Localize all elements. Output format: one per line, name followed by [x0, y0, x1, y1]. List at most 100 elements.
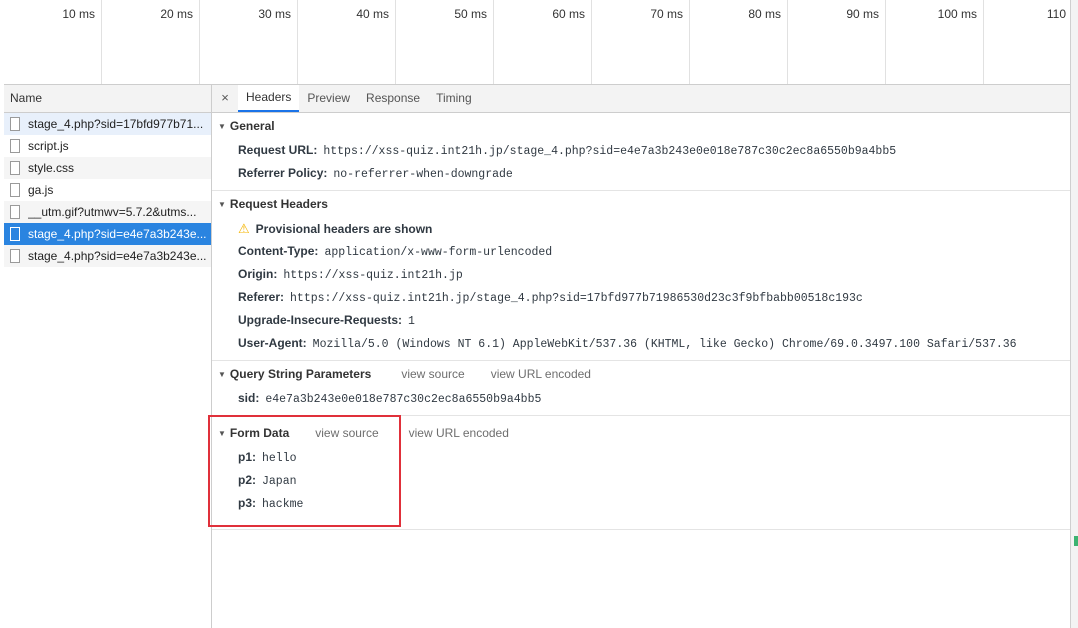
tick-label: 90 ms [846, 7, 879, 21]
expand-triangle-icon: ▼ [218, 429, 226, 438]
timeline-tick: 70 ms [592, 0, 690, 84]
timeline-tick: 10 ms [4, 0, 102, 84]
close-icon[interactable]: × [212, 85, 238, 112]
document-icon [10, 227, 20, 241]
tab-response[interactable]: Response [358, 85, 428, 112]
timeline-tick: 60 ms [494, 0, 592, 84]
view-url-encoded-link[interactable]: view URL encoded [409, 426, 509, 440]
document-icon [10, 161, 20, 175]
header-row: User-Agent: Mozilla/5.0 (Windows NT 6.1) … [212, 332, 1070, 355]
header-value: 1 [408, 315, 415, 328]
request-row[interactable]: script.js [4, 135, 211, 157]
general-section: ▼ General Request URL: https://xss-quiz.in… [212, 113, 1070, 191]
tick-label: 110 [1046, 7, 1066, 21]
tick-label: 20 ms [160, 7, 193, 21]
warning-icon: ⚠ [238, 221, 250, 236]
form-field-row: p3: hackme [212, 492, 1070, 515]
request-name: __utm.gif?utmwv=5.7.2&utms... [28, 205, 197, 219]
section-title: Request Headers [229, 197, 328, 211]
header-key: Content-Type: [238, 244, 319, 258]
request-headers-section: ▼ Request Headers ⚠ Provisional headers ar… [212, 191, 1070, 361]
request-row[interactable]: __utm.gif?utmwv=5.7.2&utms... [4, 201, 211, 223]
request-row[interactable]: stage_4.php?sid=e4e7a3b243e... [4, 245, 211, 267]
expand-triangle-icon: ▼ [218, 200, 226, 209]
request-row[interactable]: style.css [4, 157, 211, 179]
header-key: Upgrade-Insecure-Requests: [238, 313, 403, 327]
form-field-row: p1: hello [212, 446, 1070, 469]
view-url-encoded-link[interactable]: view URL encoded [491, 367, 591, 381]
header-key: User-Agent: [238, 336, 307, 350]
request-row[interactable]: stage_4.php?sid=17bfd977b71... [4, 113, 211, 135]
request-row[interactable]: ga.js [4, 179, 211, 201]
timeline-tick: 110 [984, 0, 1070, 84]
headers-panel: ▼ General Request URL: https://xss-quiz.in… [212, 113, 1070, 628]
detail-tabs: × Headers Preview Response Timing [212, 85, 1070, 113]
name-column-header[interactable]: Name [4, 85, 211, 113]
tab-preview[interactable]: Preview [299, 85, 358, 112]
timeline-tick: 100 ms [886, 0, 984, 84]
timeline-tick: 90 ms [788, 0, 886, 84]
header-row: Content-Type: application/x-www-form-urle… [212, 240, 1070, 263]
request-list-panel: Name stage_4.php?sid=17bfd977b71... scri… [4, 85, 212, 628]
header-row: Referrer Policy: no-referrer-when-downgra… [212, 162, 1070, 185]
section-title: Query String Parameters [229, 367, 372, 381]
query-params-toggle[interactable]: ▼ Query String Parameters view source view … [212, 361, 1070, 387]
header-value: https://xss-quiz.int21h.jp/stage_4.php?s… [323, 145, 897, 158]
panel-scrollbar[interactable] [1070, 0, 1078, 628]
header-row: Upgrade-Insecure-Requests: 1 [212, 309, 1070, 332]
timeline-tick: 50 ms [396, 0, 494, 84]
tick-label: 100 ms [937, 7, 977, 21]
warning-text: Provisional headers are shown [255, 222, 433, 236]
timeline-tick: 40 ms [298, 0, 396, 84]
tab-timing[interactable]: Timing [428, 85, 480, 112]
param-row: sid: e4e7a3b243e0e018e787c30c2ec8a6550b9a… [212, 387, 1070, 410]
provisional-warning: ⚠ Provisional headers are shown [212, 217, 1070, 240]
form-field-row: p2: Japan [212, 469, 1070, 492]
request-row-selected[interactable]: stage_4.php?sid=e4e7a3b243e... [4, 223, 211, 245]
view-source-link[interactable]: view source [315, 426, 378, 440]
request-name: stage_4.php?sid=17bfd977b71... [28, 117, 204, 131]
request-name: ga.js [28, 183, 54, 197]
document-icon [10, 117, 20, 131]
tick-label: 50 ms [454, 7, 487, 21]
timeline-tick: 30 ms [200, 0, 298, 84]
header-key: Referrer Policy: [238, 166, 328, 180]
tick-label: 40 ms [356, 7, 389, 21]
header-row: Referer: https://xss-quiz.int21h.jp/stage… [212, 286, 1070, 309]
scroll-grip[interactable] [1074, 536, 1078, 546]
param-value: e4e7a3b243e0e018e787c30c2ec8a6550b9a4bb5 [265, 393, 542, 406]
header-value: https://xss-quiz.int21h.jp [283, 269, 463, 282]
request-name: style.css [28, 161, 75, 175]
tick-label: 60 ms [552, 7, 585, 21]
form-field-value: hello [262, 452, 297, 465]
query-params-section: ▼ Query String Parameters view source view … [212, 361, 1070, 416]
document-icon [10, 249, 20, 263]
form-field-key: p1: [238, 450, 256, 464]
timeline-tick: 20 ms [102, 0, 200, 84]
header-value: application/x-www-form-urlencoded [324, 246, 553, 259]
tick-label: 80 ms [748, 7, 781, 21]
tick-label: 10 ms [62, 7, 95, 21]
form-field-value: Japan [262, 475, 297, 488]
request-headers-toggle[interactable]: ▼ Request Headers [212, 191, 1070, 217]
form-data-toggle[interactable]: ▼ Form Data view source view URL encoded [212, 420, 1070, 446]
header-row: Origin: https://xss-quiz.int21h.jp [212, 263, 1070, 286]
header-key: Referer: [238, 290, 285, 304]
timeline-tick: 80 ms [690, 0, 788, 84]
document-icon [10, 205, 20, 219]
form-data-section: ▼ Form Data view source view URL encoded p1… [212, 416, 1070, 530]
header-value: https://xss-quiz.int21h.jp/stage_4.php?s… [290, 292, 863, 305]
request-name: stage_4.php?sid=e4e7a3b243e... [28, 227, 207, 241]
tab-headers[interactable]: Headers [238, 85, 300, 112]
tick-label: 70 ms [650, 7, 683, 21]
document-icon [10, 139, 20, 153]
header-key: Request URL: [238, 143, 318, 157]
view-source-link[interactable]: view source [401, 367, 464, 381]
header-value: no-referrer-when-downgrade [333, 168, 513, 181]
section-title: General [229, 119, 275, 133]
form-field-key: p3: [238, 496, 256, 510]
general-section-toggle[interactable]: ▼ General [212, 113, 1070, 139]
header-value: Mozilla/5.0 (Windows NT 6.1) AppleWebKit… [312, 338, 1017, 351]
timeline-overview[interactable]: 10 ms 20 ms 30 ms 40 ms 50 ms 60 ms 70 m… [4, 0, 1070, 85]
request-name: script.js [28, 139, 69, 153]
